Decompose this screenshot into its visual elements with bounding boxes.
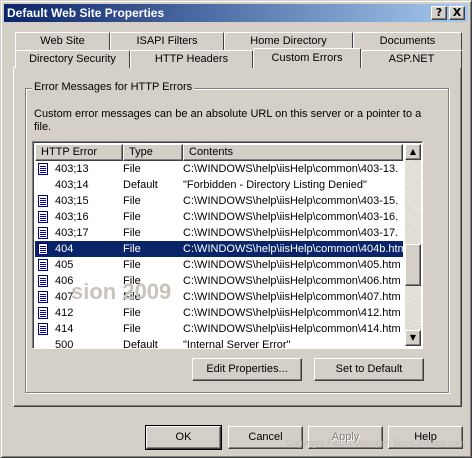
table-row[interactable]: 404 File C:\WINDOWS\help\iisHelp\common\40… bbox=[35, 241, 403, 257]
http-error-cell: 414 bbox=[55, 323, 74, 335]
close-button[interactable]: X bbox=[449, 6, 465, 20]
table-row[interactable]: 403;15 File C:\WINDOWS\help\iisHelp\common… bbox=[35, 193, 403, 209]
scroll-down-arrow-icon[interactable]: ▼ bbox=[405, 330, 421, 346]
copyright-watermark: Copyright Faithe Wempen TechCert-tips.co… bbox=[286, 438, 466, 448]
contents-cell: "Forbidden - Directory Listing Denied" bbox=[183, 179, 367, 191]
http-error-cell: 500 bbox=[55, 339, 74, 349]
tab-web-site[interactable]: Web Site bbox=[15, 32, 110, 50]
file-icon bbox=[38, 291, 48, 303]
list-scrollbar[interactable]: ▲ ▼ bbox=[405, 144, 421, 346]
list-rows: 403;13 File C:\WINDOWS\help\iisHelp\common… bbox=[35, 161, 403, 349]
table-row[interactable]: 414 File C:\WINDOWS\help\iisHelp\common\41… bbox=[35, 321, 403, 337]
type-cell: File bbox=[123, 307, 141, 319]
table-row[interactable]: 403;16 File C:\WINDOWS\help\iisHelp\common… bbox=[35, 209, 403, 225]
table-row[interactable]: 500 Default "Internal Server Error" bbox=[35, 337, 403, 349]
error-messages-group: Error Messages for HTTP Errors Custom er… bbox=[25, 81, 449, 393]
contents-cell: C:\WINDOWS\help\iisHelp\common\404b.htm bbox=[183, 243, 403, 255]
file-icon bbox=[38, 163, 48, 175]
help-title-button[interactable]: ? bbox=[431, 6, 447, 20]
type-cell: File bbox=[123, 243, 141, 255]
scroll-up-arrow-icon[interactable]: ▲ bbox=[405, 144, 421, 160]
file-icon bbox=[38, 211, 48, 223]
contents-cell: C:\WINDOWS\help\iisHelp\common\403-15. bbox=[183, 195, 399, 207]
set-to-default-button[interactable]: Set to Default bbox=[314, 358, 424, 381]
tab-http-headers[interactable]: HTTP Headers bbox=[130, 50, 253, 68]
table-row[interactable]: 403;14 Default "Forbidden - Directory List… bbox=[35, 177, 403, 193]
table-row[interactable]: 405 File C:\WINDOWS\help\iisHelp\common\40… bbox=[35, 257, 403, 273]
file-icon bbox=[38, 323, 48, 335]
type-cell: File bbox=[123, 211, 141, 223]
contents-cell: "Internal Server Error" bbox=[183, 339, 291, 349]
type-cell: File bbox=[123, 227, 141, 239]
file-icon bbox=[38, 243, 48, 255]
http-error-cell: 403;17 bbox=[55, 227, 89, 239]
scroll-thumb[interactable] bbox=[405, 244, 421, 286]
column-type[interactable]: Type bbox=[123, 144, 183, 161]
file-icon bbox=[38, 275, 48, 287]
contents-cell: C:\WINDOWS\help\iisHelp\common\403-13. bbox=[183, 163, 399, 175]
type-cell: Default bbox=[123, 339, 158, 349]
group-title: Error Messages for HTTP Errors bbox=[32, 81, 195, 93]
type-cell: File bbox=[123, 259, 141, 271]
type-cell: File bbox=[123, 163, 141, 175]
edit-properties-button[interactable]: Edit Properties... bbox=[192, 358, 302, 381]
contents-cell: C:\WINDOWS\help\iisHelp\common\412.htm bbox=[183, 307, 401, 319]
column-http-error[interactable]: HTTP Error bbox=[35, 144, 123, 161]
tab-custom-errors[interactable]: Custom Errors bbox=[253, 48, 361, 68]
tab-documents[interactable]: Documents bbox=[353, 32, 462, 50]
type-cell: Default bbox=[123, 179, 158, 191]
type-cell: File bbox=[123, 195, 141, 207]
table-row[interactable]: 403;13 File C:\WINDOWS\help\iisHelp\common… bbox=[35, 161, 403, 177]
file-icon bbox=[38, 259, 48, 271]
tab-isapi-filters[interactable]: ISAPI Filters bbox=[110, 32, 224, 50]
http-error-cell: 403;15 bbox=[55, 195, 89, 207]
contents-cell: C:\WINDOWS\help\iisHelp\common\403-16. bbox=[183, 211, 399, 223]
contents-cell: C:\WINDOWS\help\iisHelp\common\405.htm bbox=[183, 259, 401, 271]
http-error-cell: 404 bbox=[55, 243, 74, 255]
http-error-cell: 403;16 bbox=[55, 211, 89, 223]
file-icon bbox=[38, 307, 48, 319]
group-description: Custom error messages can be an absolute… bbox=[34, 108, 422, 133]
tab-asp-net[interactable]: ASP.NET bbox=[361, 50, 462, 68]
properties-dialog: Default Web Site Properties ? X Web Site… bbox=[0, 0, 472, 458]
http-error-cell: 405 bbox=[55, 259, 74, 271]
file-icon bbox=[38, 195, 48, 207]
ok-button[interactable]: OK bbox=[145, 425, 222, 450]
window-title: Default Web Site Properties bbox=[7, 6, 165, 20]
type-cell: File bbox=[123, 323, 141, 335]
http-error-cell: 403;14 bbox=[55, 179, 89, 191]
title-bar[interactable]: Default Web Site Properties ? X bbox=[4, 4, 468, 22]
http-error-cell: 412 bbox=[55, 307, 74, 319]
file-icon bbox=[38, 227, 48, 239]
contents-cell: C:\WINDOWS\help\iisHelp\common\407.htm bbox=[183, 291, 401, 303]
watermark-text: sion 2009 bbox=[71, 279, 172, 304]
list-header: HTTP Error Type Contents bbox=[35, 144, 403, 161]
http-error-cell: 403;13 bbox=[55, 163, 89, 175]
table-row[interactable]: 412 File C:\WINDOWS\help\iisHelp\common\41… bbox=[35, 305, 403, 321]
tab-directory-security[interactable]: Directory Security bbox=[15, 50, 130, 68]
table-row[interactable]: 403;17 File C:\WINDOWS\help\iisHelp\common… bbox=[35, 225, 403, 241]
http-errors-list[interactable]: HTTP Error Type Contents 403;13 File C:\WI… bbox=[32, 141, 423, 349]
custom-errors-panel: Error Messages for HTTP Errors Custom er… bbox=[13, 67, 462, 407]
contents-cell: C:\WINDOWS\help\iisHelp\common\403-17. bbox=[183, 227, 399, 239]
column-contents[interactable]: Contents bbox=[183, 144, 403, 161]
contents-cell: C:\WINDOWS\help\iisHelp\common\406.htm bbox=[183, 275, 401, 287]
contents-cell: C:\WINDOWS\help\iisHelp\common\414.htm bbox=[183, 323, 401, 335]
